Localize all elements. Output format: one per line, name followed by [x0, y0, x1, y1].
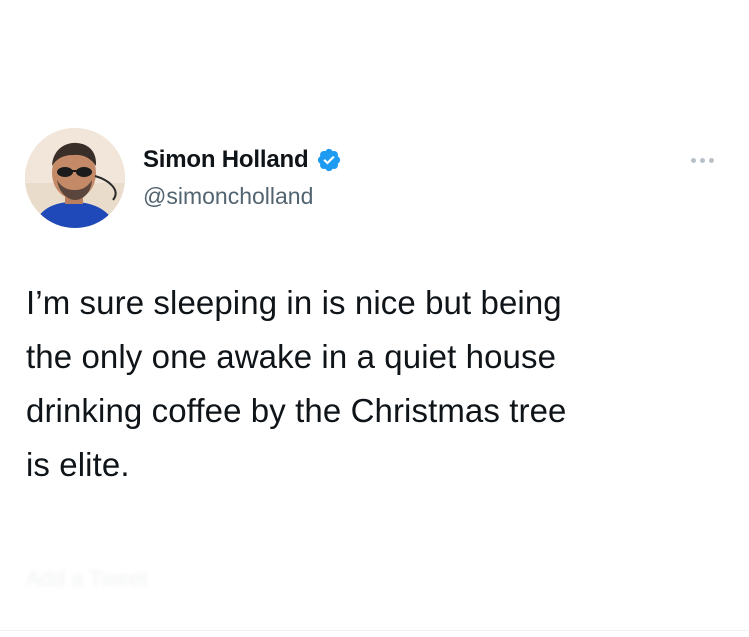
more-dots-icon — [690, 157, 696, 163]
author-handle[interactable]: @simoncholland — [143, 183, 313, 210]
divider — [0, 630, 749, 631]
verified-badge-icon — [316, 147, 342, 173]
author-name-row: Simon Holland — [143, 146, 342, 174]
more-dots-icon — [699, 157, 705, 163]
author-display-name[interactable]: Simon Holland — [143, 146, 309, 174]
more-dots-icon — [708, 157, 714, 163]
avatar-photo — [25, 128, 125, 228]
tweet-card: Simon Holland @simoncholland I’m sure sl… — [0, 0, 749, 637]
avatar[interactable] — [25, 128, 125, 228]
faded-add-tweet-label: Add a Tweet — [26, 566, 148, 591]
more-options-button[interactable] — [682, 150, 722, 170]
tweet-text: I’m sure sleeping in is nice but being t… — [26, 284, 567, 483]
